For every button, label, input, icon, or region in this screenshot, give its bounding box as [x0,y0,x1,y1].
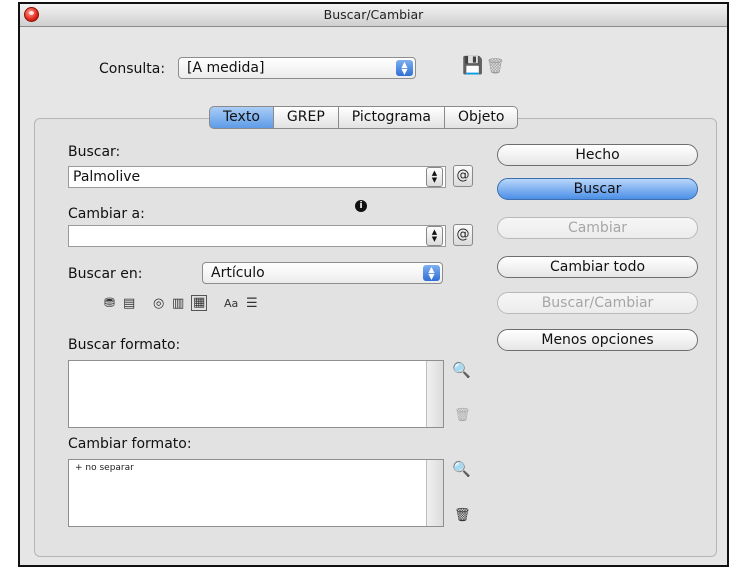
find-special-chars-menu[interactable]: ▲ ▼ [426,167,443,187]
hidden-layers-icon[interactable]: ◎ [153,296,164,311]
change-format-item: + no separar [75,463,134,473]
chevron-updown-icon: ▲ ▼ [396,60,413,76]
change-all-button[interactable]: Cambiar todo [497,256,698,278]
clear-find-format-icon[interactable]: 🗑 [454,408,471,423]
clear-change-format-icon[interactable]: 🗑 [454,508,471,523]
master-pages-icon[interactable]: ▥ [172,296,184,311]
tab-objeto[interactable]: Objeto [444,106,519,129]
find-change-window: Buscar/Cambiar Consulta: [A medida] ▲ ▼ 💾… [18,2,729,567]
tab-pictograma[interactable]: Pictograma [338,106,445,129]
info-icon: i [355,200,367,212]
tab-bar: Texto GREP Pictograma Objeto [209,106,519,129]
change-format-box[interactable]: + no separar [68,459,444,527]
done-button[interactable]: Hecho [497,144,698,166]
change-metacharacter-button[interactable]: @ [453,224,473,246]
change-button[interactable]: Cambiar [497,217,698,239]
tab-texto[interactable]: Texto [209,106,274,129]
change-label: Cambiar a: [68,206,145,222]
search-in-label: Buscar en: [68,266,143,282]
change-format-scrollbar[interactable] [426,460,443,526]
find-button[interactable]: Buscar [497,178,698,200]
tab-grep[interactable]: GREP [273,106,339,129]
delete-query-icon[interactable]: 🗑 [486,57,505,75]
find-format-scrollbar[interactable] [426,361,443,427]
title-bar[interactable]: Buscar/Cambiar [20,4,727,27]
window-title: Buscar/Cambiar [323,7,424,22]
save-query-icon[interactable]: 💾 [462,56,483,76]
locked-stories-icon[interactable]: ▤ [123,296,135,311]
fewer-options-button[interactable]: Menos opciones [497,329,698,351]
case-sensitive-icon[interactable]: Aa [224,297,238,310]
find-input[interactable]: Palmolive [68,166,446,188]
specify-change-format-icon[interactable]: 🔍 [452,460,471,478]
search-in-select[interactable]: Artículo ▲ ▼ [202,262,443,284]
query-select[interactable]: [A medida] ▲ ▼ [178,57,416,79]
change-input[interactable] [68,225,446,247]
query-label: Consulta: [99,61,166,77]
change-format-label: Cambiar formato: [68,436,192,452]
find-label: Buscar: [68,144,121,160]
whole-word-icon[interactable]: ☰ [246,296,258,311]
find-format-box[interactable] [68,360,444,428]
locked-layers-icon[interactable]: ⛃ [104,296,115,311]
query-select-value: [A medida] [187,60,265,76]
find-format-label: Buscar formato: [68,337,181,353]
search-in-select-value: Artículo [211,265,265,281]
footnotes-icon[interactable]: ▦ [191,295,208,311]
chevron-updown-icon: ▲ ▼ [423,265,440,281]
find-metacharacter-button[interactable]: @ [453,165,473,187]
find-change-button[interactable]: Buscar/Cambiar [497,292,698,314]
specify-find-format-icon[interactable]: 🔍 [452,361,471,379]
change-special-chars-menu[interactable]: ▲ ▼ [426,226,443,246]
